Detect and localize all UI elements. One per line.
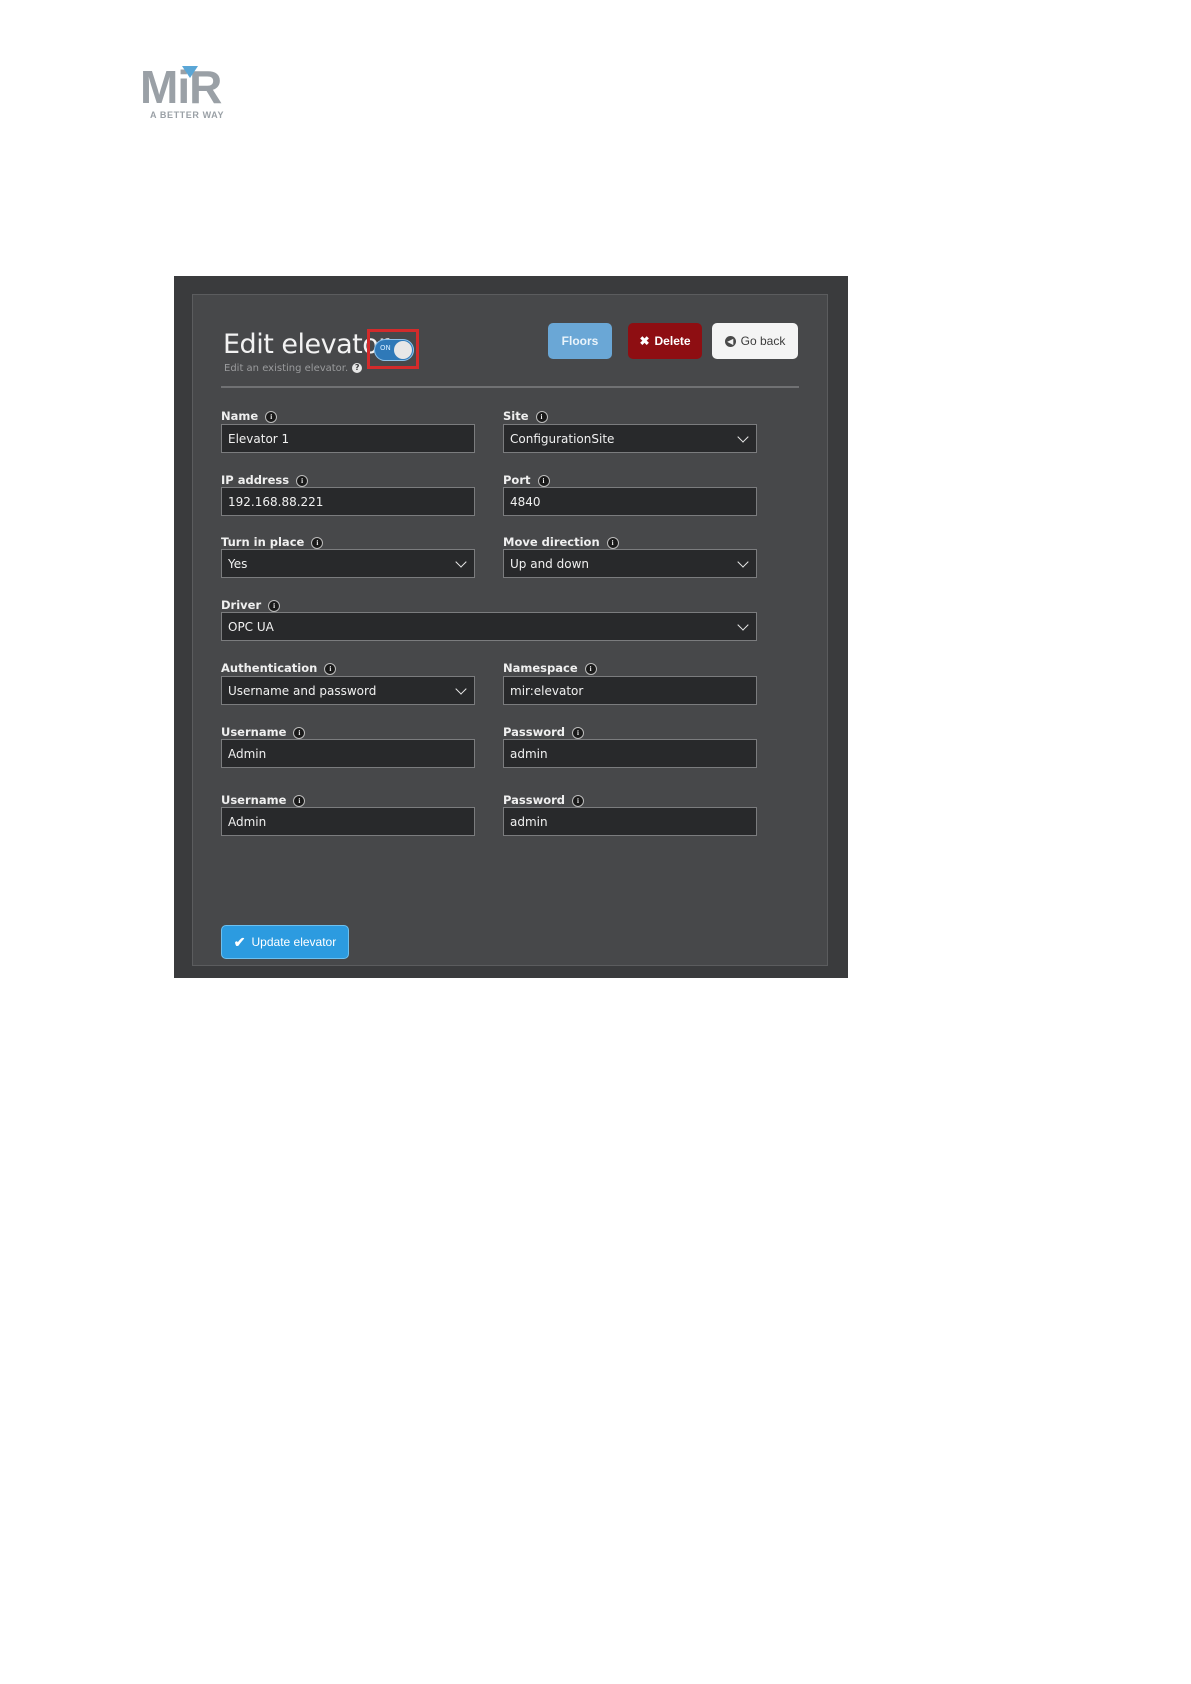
username-value: Admin bbox=[228, 746, 267, 761]
password-label-2: Password i bbox=[503, 793, 584, 807]
username-label-text: Username bbox=[221, 793, 287, 807]
authentication-label: Authentication i bbox=[221, 661, 337, 675]
turn-in-place-label: Turn in place i bbox=[221, 535, 324, 549]
name-label: Name i bbox=[221, 409, 278, 423]
chevron-down-icon bbox=[455, 683, 467, 695]
elevator-active-toggle[interactable]: ON bbox=[374, 339, 414, 361]
ip-address-label-text: IP address bbox=[221, 473, 290, 487]
info-icon[interactable]: i bbox=[584, 663, 597, 675]
name-label-text: Name bbox=[221, 409, 259, 423]
username-value: Admin bbox=[228, 814, 267, 829]
username-label-2: Username i bbox=[221, 793, 306, 807]
port-value: 4840 bbox=[510, 494, 541, 509]
toggle-highlight-box: ON bbox=[367, 329, 419, 369]
subtitle-text: Edit an existing elevator. bbox=[224, 363, 349, 374]
namespace-input[interactable]: mir:elevator bbox=[503, 676, 757, 705]
move-direction-label: Move direction i bbox=[503, 535, 619, 549]
toggle-label: ON bbox=[380, 344, 391, 352]
driver-label: Driver i bbox=[221, 598, 281, 612]
password-label: Password i bbox=[503, 725, 584, 739]
namespace-label: Namespace i bbox=[503, 661, 597, 675]
move-direction-label-text: Move direction bbox=[503, 535, 600, 549]
authentication-select[interactable]: Username and password bbox=[221, 676, 475, 705]
chevron-down-icon bbox=[737, 431, 749, 443]
ip-address-input[interactable]: 192.168.88.221 bbox=[221, 487, 475, 516]
authentication-label-text: Authentication bbox=[221, 661, 318, 675]
go-back-button-label: Go back bbox=[740, 334, 786, 348]
site-select[interactable]: ConfigurationSite bbox=[503, 424, 757, 453]
logo-wordmark: MiR bbox=[140, 61, 222, 113]
info-icon[interactable]: i bbox=[311, 537, 324, 549]
delete-button-label: Delete bbox=[654, 334, 691, 348]
update-elevator-label: Update elevator bbox=[251, 935, 337, 949]
close-icon: ✖ bbox=[639, 334, 650, 348]
ip-address-label: IP address i bbox=[221, 473, 309, 487]
namespace-label-text: Namespace bbox=[503, 661, 578, 675]
info-icon[interactable]: i bbox=[265, 411, 278, 423]
turn-in-place-select[interactable]: Yes bbox=[221, 549, 475, 578]
username-label-text: Username bbox=[221, 725, 287, 739]
move-direction-value: Up and down bbox=[510, 556, 589, 571]
authentication-value: Username and password bbox=[228, 683, 377, 698]
logo-triangle-icon bbox=[182, 66, 198, 78]
username-input-2[interactable]: Admin bbox=[221, 807, 475, 836]
logo-tagline: A BETTER WAY bbox=[150, 110, 225, 120]
namespace-value: mir:elevator bbox=[510, 683, 584, 698]
mir-logo: MiR A BETTER WAY bbox=[140, 64, 240, 124]
driver-label-text: Driver bbox=[221, 598, 262, 612]
arrow-left-icon: ◀ bbox=[724, 335, 736, 347]
chevron-down-icon bbox=[737, 556, 749, 568]
turn-in-place-label-text: Turn in place bbox=[221, 535, 305, 549]
username-label: Username i bbox=[221, 725, 306, 739]
name-input[interactable]: Elevator 1 bbox=[221, 424, 475, 453]
chevron-down-icon bbox=[737, 619, 749, 631]
go-back-button[interactable]: ◀ Go back bbox=[712, 323, 798, 359]
toggle-knob bbox=[394, 341, 412, 359]
password-label-text: Password bbox=[503, 725, 565, 739]
help-icon[interactable]: ? bbox=[352, 363, 363, 373]
move-direction-select[interactable]: Up and down bbox=[503, 549, 757, 578]
page-title: Edit elevator bbox=[223, 329, 389, 360]
info-icon[interactable]: i bbox=[572, 795, 584, 807]
site-label: Site i bbox=[503, 409, 548, 423]
floors-button-label: Floors bbox=[561, 334, 599, 348]
name-value: Elevator 1 bbox=[228, 431, 290, 446]
password-value: admin bbox=[510, 746, 548, 761]
password-value: admin bbox=[510, 814, 548, 829]
turn-in-place-value: Yes bbox=[228, 556, 248, 571]
site-label-text: Site bbox=[503, 409, 529, 423]
info-icon[interactable]: i bbox=[537, 475, 550, 487]
floors-button[interactable]: Floors bbox=[548, 323, 612, 359]
info-icon[interactable]: i bbox=[606, 537, 619, 549]
username-input[interactable]: Admin bbox=[221, 739, 475, 768]
info-icon[interactable]: i bbox=[296, 475, 309, 487]
port-label: Port i bbox=[503, 473, 550, 487]
info-icon[interactable]: i bbox=[293, 795, 306, 807]
update-elevator-button[interactable]: ✔ Update elevator bbox=[221, 925, 349, 959]
site-value: ConfigurationSite bbox=[510, 431, 615, 446]
port-label-text: Port bbox=[503, 473, 531, 487]
page-subtitle: Edit an existing elevator.? bbox=[224, 363, 363, 374]
info-icon[interactable]: i bbox=[324, 663, 337, 675]
password-input-2[interactable]: admin bbox=[503, 807, 757, 836]
chevron-down-icon bbox=[455, 556, 467, 568]
password-input[interactable]: admin bbox=[503, 739, 757, 768]
port-input[interactable]: 4840 bbox=[503, 487, 757, 516]
info-icon[interactable]: i bbox=[293, 727, 306, 739]
edit-elevator-panel: Edit elevator Edit an existing elevator.… bbox=[192, 294, 828, 966]
screenshot-frame: Edit elevator Edit an existing elevator.… bbox=[174, 276, 848, 978]
ip-address-value: 192.168.88.221 bbox=[228, 494, 324, 509]
info-icon[interactable]: i bbox=[572, 727, 584, 739]
password-label-text: Password bbox=[503, 793, 565, 807]
delete-button[interactable]: ✖ Delete bbox=[628, 323, 702, 359]
checkmark-icon: ✔ bbox=[233, 933, 246, 950]
info-icon[interactable]: i bbox=[535, 411, 548, 423]
driver-select[interactable]: OPC UA bbox=[221, 612, 757, 641]
header-divider bbox=[221, 386, 799, 388]
driver-value: OPC UA bbox=[228, 619, 274, 634]
info-icon[interactable]: i bbox=[268, 600, 281, 612]
